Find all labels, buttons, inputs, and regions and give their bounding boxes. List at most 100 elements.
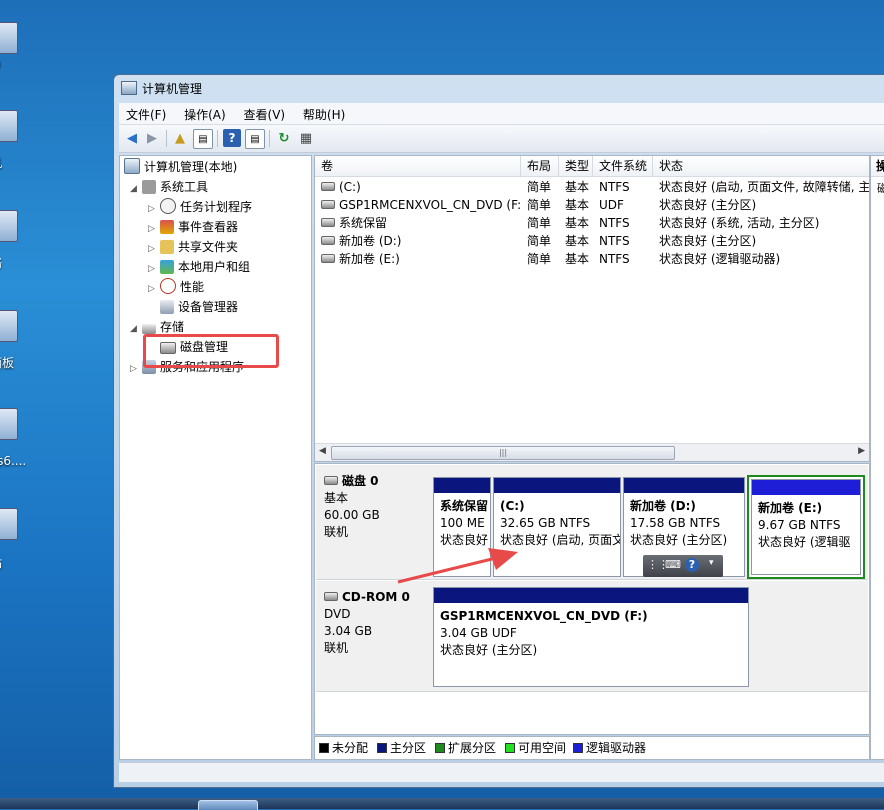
status-cell: 状态良好 (启动, 页面文件, 故障转储, 主 <box>659 180 869 194</box>
table-row[interactable]: 系统保留 简单 基本 NTFS 状态良好 (系统, 活动, 主分区) <box>315 214 869 232</box>
type-cell: 基本 <box>565 234 590 248</box>
legend-label: 未分配 <box>332 741 369 755</box>
properties-icon[interactable]: ▦ <box>297 129 315 147</box>
scrollbar-thumb[interactable]: ||| <box>331 446 675 460</box>
status-cell: 状态良好 (主分区) <box>659 234 757 248</box>
tree-item-local-users[interactable]: ▷ 本地用户和组 <box>148 258 250 276</box>
back-arrow-icon[interactable]: ◀ <box>123 129 141 147</box>
toolbar-separator <box>269 130 270 147</box>
legend-label: 主分区 <box>390 741 427 755</box>
actions-section-label[interactable]: 磁 <box>877 180 884 196</box>
column-header-volume[interactable]: 卷 <box>315 156 521 176</box>
collapse-arrow-icon[interactable]: ◢ <box>130 320 142 338</box>
menu-help[interactable]: 帮助(H) <box>296 103 352 124</box>
disk-name: 磁盘 0 <box>324 473 380 490</box>
table-row[interactable]: GSP1RMCENXVOL_CN_DVD (F:) 简单 基本 UDF 状态良好… <box>315 196 869 214</box>
show-hide-action-pane-icon[interactable]: ▤ <box>245 129 265 149</box>
menu-file[interactable]: 文件(F) <box>119 103 173 124</box>
disk-icon <box>324 476 338 485</box>
column-header-type[interactable]: 类型 <box>559 156 593 176</box>
desktop-icon-vs[interactable]: vs6.... <box>0 408 30 468</box>
volume-icon <box>321 254 335 263</box>
performance-icon <box>160 278 176 294</box>
volume-name: (C:) <box>339 180 361 194</box>
status-bar <box>119 762 884 782</box>
keyboard-icon[interactable]: ⌨ <box>665 558 681 571</box>
column-header-status[interactable]: 状态 <box>653 156 869 176</box>
disk-kind: 基本 <box>324 491 349 505</box>
desktop-icon-network[interactable]: 络 <box>0 210 30 270</box>
partition-bar <box>752 480 860 495</box>
tree-item-shared-folders[interactable]: ▷ 共享文件夹 <box>148 238 238 256</box>
up-folder-icon[interactable]: ▲ <box>171 129 189 147</box>
partition-bar <box>434 478 490 493</box>
partition-e[interactable]: 新加卷 (E:) 9.67 GB NTFS 状态良好 (逻辑驱 <box>751 479 861 575</box>
volume-icon <box>321 236 335 245</box>
partition-status: 状态良好 (主分区) <box>440 643 538 657</box>
tools-icon <box>142 180 156 194</box>
partition-text: GSP1RMCENXVOL_CN_DVD (F:) 3.04 GB UDF 状态… <box>440 608 740 659</box>
tree-label: 计算机管理(本地) <box>144 160 238 174</box>
help-icon[interactable]: ? <box>685 558 699 572</box>
computer-icon <box>0 110 18 142</box>
desktop-icon-user[interactable]: in <box>0 22 30 70</box>
forward-arrow-icon[interactable]: ▶ <box>143 129 161 147</box>
toolbar-separator <box>166 130 167 147</box>
menu-action[interactable]: 操作(A) <box>177 103 233 124</box>
tree-item-root[interactable]: 计算机管理(本地) <box>124 158 237 176</box>
tree-item-device-manager[interactable]: 设备管理器 <box>160 298 238 316</box>
options-icon[interactable]: ▾ <box>709 558 714 568</box>
collapse-arrow-icon[interactable]: ◢ <box>130 180 142 198</box>
partition-name: GSP1RMCENXVOL_CN_DVD (F:) <box>440 609 648 623</box>
tree-item-system-tools[interactable]: ◢ 系统工具 <box>130 178 208 196</box>
desktop-icon-control-panel[interactable]: 面板 <box>0 310 30 370</box>
volume-name-cell: GSP1RMCENXVOL_CN_DVD (F:) <box>315 196 521 214</box>
desktop-icon-recycle-bin[interactable]: 站 <box>0 508 30 570</box>
volume-name-cell: 系统保留 <box>315 214 521 232</box>
table-row[interactable]: 新加卷 (E:) 简单 基本 NTFS 状态良好 (逻辑驱动器) <box>315 250 869 268</box>
table-row[interactable]: 新加卷 (D:) 简单 基本 NTFS 状态良好 (主分区) <box>315 232 869 250</box>
partition-f[interactable]: GSP1RMCENXVOL_CN_DVD (F:) 3.04 GB UDF 状态… <box>433 587 749 687</box>
ime-toolbar[interactable]: ⋮⋮ ⌨ ? ▾ <box>643 555 723 577</box>
legend-swatch <box>377 743 387 753</box>
menu-view[interactable]: 查看(V) <box>237 103 293 124</box>
refresh-icon[interactable]: ↻ <box>275 129 293 147</box>
horizontal-scrollbar[interactable]: ◀ ||| ▶ <box>315 443 869 461</box>
tree-item-event-viewer[interactable]: ▷ 事件查看器 <box>148 218 238 236</box>
expand-arrow-icon[interactable]: ▷ <box>148 220 160 238</box>
legend-extended: 扩展分区 <box>435 741 496 755</box>
desktop-icon-computer[interactable]: 机 <box>0 110 30 170</box>
scroll-left-icon[interactable]: ◀ <box>319 446 326 456</box>
column-header-filesystem[interactable]: 文件系统 <box>593 156 653 176</box>
window-title: 计算机管理 <box>142 82 203 96</box>
title-bar[interactable]: 计算机管理 <box>114 75 884 101</box>
volume-icon <box>321 218 335 227</box>
expand-arrow-icon[interactable]: ▷ <box>148 200 160 218</box>
event-viewer-icon <box>160 220 174 234</box>
tree-item-task-scheduler[interactable]: ▷ 任务计划程序 <box>148 198 252 216</box>
menu-bar: 文件(F) 操作(A) 查看(V) 帮助(H) <box>119 103 884 125</box>
expand-arrow-icon[interactable]: ▷ <box>148 260 160 278</box>
application-icon <box>0 408 18 440</box>
disk-kind: DVD <box>324 607 351 621</box>
partition-text: 新加卷 (E:) 9.67 GB NTFS 状态良好 (逻辑驱 <box>758 500 858 551</box>
expand-arrow-icon[interactable]: ▷ <box>130 360 142 378</box>
column-header-layout[interactable]: 布局 <box>521 156 559 176</box>
tree-label: 任务计划程序 <box>180 200 253 214</box>
console-tree: 计算机管理(本地) ◢ 系统工具 ▷ 任务计划程序 ▷ 事件查看器 ▷ 共享文件夹 ▷ 本… <box>119 155 312 760</box>
actions-header: 操 <box>871 156 884 177</box>
table-row[interactable]: (C:) 简单 基本 NTFS 状态良好 (启动, 页面文件, 故障转储, 主 <box>315 178 869 196</box>
cdrom-icon <box>324 592 338 601</box>
partition-detail: 17.58 GB NTFS <box>630 516 721 530</box>
expand-arrow-icon[interactable]: ▷ <box>148 280 160 298</box>
disk-row-cdrom[interactable]: CD-ROM 0 DVD 3.04 GB 联机 GSP1RMCENXVOL_CN… <box>316 581 868 692</box>
disk-size: 60.00 GB <box>324 508 380 522</box>
show-hide-tree-icon[interactable]: ▤ <box>193 129 213 149</box>
scroll-right-icon[interactable]: ▶ <box>858 446 865 456</box>
status-cell: 状态良好 (逻辑驱动器) <box>659 252 781 266</box>
help-icon[interactable]: ? <box>223 129 241 147</box>
tree-item-performance[interactable]: ▷ 性能 <box>148 278 204 296</box>
expand-arrow-icon[interactable]: ▷ <box>148 240 160 258</box>
desktop-icon-label: 络 <box>0 254 2 271</box>
partition-detail: 100 ME <box>440 516 485 530</box>
